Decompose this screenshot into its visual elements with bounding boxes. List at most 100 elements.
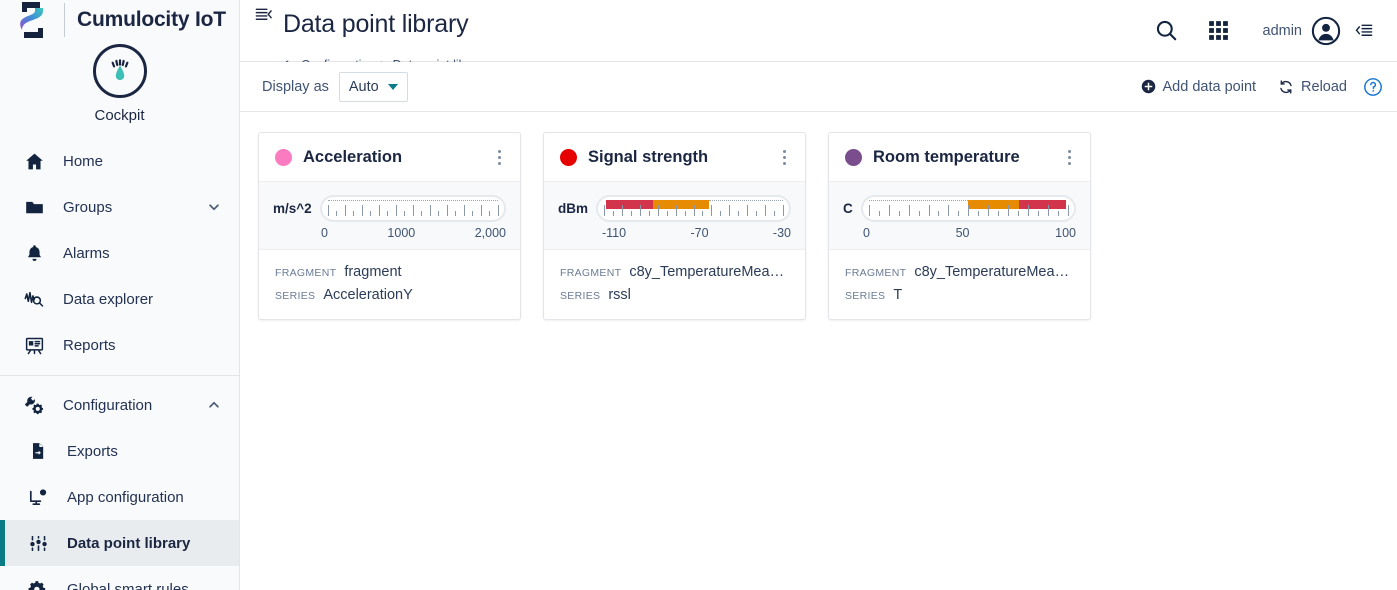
sidebar-item-alarms[interactable]: Alarms: [0, 230, 239, 276]
gauge-tick-minor: [455, 211, 457, 216]
series-value: AccelerationY: [323, 287, 413, 303]
sidebar-item-exports[interactable]: Exports: [0, 428, 239, 474]
gauge-ticks: [868, 205, 1069, 216]
app-root: Cumulocity IoT Cockpit Home Groups Alarm…: [0, 0, 1397, 590]
data-point-card[interactable]: Room temperature C 0 50 100 FRAGMENT c8y…: [828, 132, 1091, 320]
kebab-menu-icon[interactable]: [1056, 140, 1082, 174]
card-meta: FRAGMENT c8y_TemperatureMeasur... SERIES…: [544, 250, 805, 319]
gauge-ticks: [327, 205, 499, 216]
color-dot: [275, 148, 292, 166]
gauge-tick-major: [639, 205, 641, 216]
gauge-tick-major: [908, 205, 910, 216]
add-data-point-button[interactable]: Add data point: [1141, 78, 1257, 95]
gears-icon: [26, 577, 50, 590]
display-as-value: Auto: [348, 78, 379, 95]
help-circle-icon[interactable]: [1363, 77, 1383, 97]
app-grid-icon[interactable]: [1193, 0, 1245, 62]
sidebar-item-reports[interactable]: Reports: [0, 322, 239, 368]
chevron-down-icon[interactable]: [207, 200, 221, 214]
action-toolbar-right: Add data point Reload: [1141, 77, 1383, 97]
add-data-point-label: Add data point: [1162, 78, 1257, 95]
sidebar: Cumulocity IoT Cockpit Home Groups Alarm…: [0, 0, 240, 590]
gauge-tick-minor: [878, 211, 880, 216]
gauge-tick-major: [928, 205, 930, 216]
gauge-tick-minor: [958, 211, 960, 216]
gauge-tick-minor: [489, 211, 491, 216]
gauge-tick-minor: [938, 211, 940, 216]
gauge-row: dBm: [558, 195, 791, 222]
gauge-tick-major: [711, 205, 713, 216]
brand-header: Cumulocity IoT: [0, 0, 239, 40]
sidebar-item-label: Global smart rules: [67, 580, 189, 590]
sidebar-divider: [0, 375, 239, 376]
gauge-tick-minor: [738, 211, 740, 216]
gauge-unit: C: [843, 201, 853, 216]
data-point-card[interactable]: Acceleration m/s^2 0 1000 2,000 FRAGMENT…: [258, 132, 521, 320]
right-drawer-icon[interactable]: [1347, 0, 1381, 62]
sidebar-item-app-configuration[interactable]: App configuration: [0, 474, 239, 520]
gauge-tick-minor: [774, 211, 776, 216]
data-explorer-icon: [22, 287, 46, 311]
gauge-track: [319, 195, 506, 222]
sidebar-nav: Home Groups Alarms Data explorer Reports…: [0, 138, 239, 590]
gauge-tick-major: [480, 205, 482, 216]
gauge-tick-major: [1008, 205, 1010, 216]
plus-circle-icon: [1141, 79, 1156, 94]
reload-button[interactable]: Reload: [1278, 79, 1347, 95]
scale-min-label: 0: [321, 226, 328, 240]
monitor-gear-icon: [26, 485, 50, 509]
gauge-tick-major: [765, 205, 767, 216]
gauge-tick-major: [429, 205, 431, 216]
sidebar-item-data-point-library[interactable]: Data point library: [0, 520, 239, 566]
gauge-tick-major: [327, 205, 329, 216]
gauge-tick-major: [657, 205, 659, 216]
sliders-icon: [26, 531, 50, 555]
current-app-badge[interactable]: Cockpit: [0, 40, 239, 138]
sidebar-item-data-explorer[interactable]: Data explorer: [0, 276, 239, 322]
brand-divider: [64, 3, 65, 37]
search-icon[interactable]: [1141, 0, 1193, 62]
gauge-tick-minor: [898, 211, 900, 216]
card-gauge: m/s^2 0 1000 2,000: [259, 182, 520, 250]
chevron-down-icon: [387, 83, 398, 90]
gauge-tick-minor: [387, 211, 389, 216]
data-point-card[interactable]: Signal strength dBm -110 -70 -30 FRAGMEN…: [543, 132, 806, 320]
chevron-up-icon[interactable]: [207, 398, 221, 412]
gauge-tick-minor: [630, 211, 632, 216]
gauge-dotted-line: [708, 200, 783, 201]
gauge-tick-minor: [472, 211, 474, 216]
gauge-tick-major: [675, 205, 677, 216]
page-header-right: admin: [1141, 0, 1382, 62]
gauge-tick-major: [868, 205, 870, 216]
kebab-menu-icon[interactable]: [486, 140, 512, 174]
kebab-menu-icon[interactable]: [771, 140, 797, 174]
sidebar-item-configuration[interactable]: Configuration: [0, 382, 239, 428]
gauge-tick-major: [968, 205, 970, 216]
scale-max-label: -30: [772, 226, 791, 240]
sidebar-item-global-smart-rules[interactable]: Global smart rules: [0, 566, 239, 590]
sidebar-item-label: Groups: [63, 198, 113, 216]
gauge-tick-minor: [666, 211, 668, 216]
sidebar-item-groups[interactable]: Groups: [0, 184, 239, 230]
card-header: Signal strength: [544, 133, 805, 182]
gauge-tick-major: [361, 205, 363, 216]
gauge-tick-major: [621, 205, 623, 216]
gauge-tick-major: [888, 205, 890, 216]
gauge-tick-minor: [1058, 211, 1060, 216]
fragment-row: FRAGMENT c8y_TemperatureMeasur...: [845, 264, 1074, 280]
collapse-menu-icon[interactable]: [254, 5, 273, 24]
fragment-key: FRAGMENT: [845, 267, 907, 279]
sidebar-item-home[interactable]: Home: [0, 138, 239, 184]
card-gauge: dBm -110 -70 -30: [544, 182, 805, 250]
series-row: SERIES rssl: [560, 287, 789, 303]
gauge-tick-minor: [421, 211, 423, 216]
folder-icon: [22, 195, 46, 219]
gauge-scale-labels: 0 1000 2,000: [273, 226, 506, 240]
display-as-select[interactable]: Auto: [338, 71, 408, 102]
user-menu[interactable]: admin: [1245, 16, 1348, 46]
gauge-tick-minor: [612, 211, 614, 216]
reload-label: Reload: [1301, 78, 1347, 95]
gauge-tick-minor: [998, 211, 1000, 216]
gauge-tick-major: [747, 205, 749, 216]
gauge-tick-major: [1068, 205, 1069, 216]
